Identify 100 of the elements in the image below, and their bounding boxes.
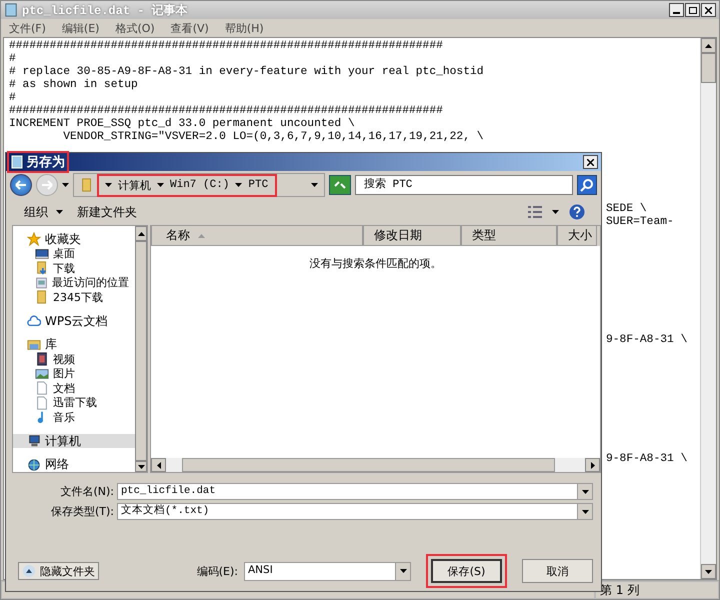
breadcrumb-arrow-icon xyxy=(157,183,164,187)
text-line: # replace 30-85-A9-8F-A8-31 in every-feature with your real ptc_hostid xyxy=(9,66,485,78)
file-name-field[interactable]: ptc_licfile.dat xyxy=(117,483,593,500)
menu-item[interactable]: 编辑(E) xyxy=(62,20,100,36)
notepad-icon xyxy=(4,3,18,17)
nav-item[interactable]: 最近访问的位置 xyxy=(13,276,135,290)
nav-item[interactable]: 2345下载 xyxy=(13,290,135,304)
scroll-left-button[interactable] xyxy=(151,458,166,472)
close-button[interactable] xyxy=(583,155,598,169)
text-line: 9-8F-A8-31 \ xyxy=(606,453,688,466)
folder-icon xyxy=(35,261,49,276)
encoding-dropdown[interactable]: ANSI xyxy=(244,562,411,580)
refresh-icon xyxy=(333,180,347,190)
close-icon xyxy=(705,6,712,14)
empty-message: 没有与搜索条件匹配的项。 xyxy=(310,257,442,270)
column-header[interactable]: 大小 xyxy=(557,226,597,246)
search-field[interactable]: 搜索 PTC xyxy=(355,175,573,195)
text-line: # xyxy=(9,53,17,66)
nav-item[interactable]: 视频 xyxy=(13,352,135,366)
scroll-up-icon xyxy=(705,44,712,48)
text-line: 9-8F-A8-31 \ xyxy=(606,334,688,347)
hide-folders-button[interactable]: 隐藏文件夹 xyxy=(18,562,99,580)
encoding-label: 编码(E): xyxy=(196,564,238,578)
cancel-button[interactable]: 取消 xyxy=(522,559,593,583)
scroll-up-button[interactable] xyxy=(135,226,147,241)
desktop-icon xyxy=(35,246,49,261)
scroll-right-icon xyxy=(590,462,594,468)
search-button[interactable] xyxy=(577,175,597,195)
view-list-icon[interactable] xyxy=(528,206,542,218)
menu-item[interactable]: 文件(F) xyxy=(9,20,46,36)
document-icon xyxy=(35,381,49,396)
caret-icon xyxy=(56,210,63,214)
menu-item[interactable]: 帮助(H) xyxy=(224,20,264,36)
forward-arrow-icon xyxy=(41,180,53,190)
scroll-right-button[interactable] xyxy=(585,458,600,472)
close-button[interactable] xyxy=(701,3,716,17)
nav-item[interactable]: 库 xyxy=(13,338,135,352)
scroll-thumb[interactable] xyxy=(701,53,716,83)
nav-item[interactable]: 图片 xyxy=(13,366,135,381)
maximize-button[interactable] xyxy=(685,3,700,17)
menu-item[interactable]: 格式(O) xyxy=(115,20,155,36)
scroll-down-button[interactable] xyxy=(135,461,147,472)
nav-item[interactable]: 收藏夹 xyxy=(13,232,135,246)
nav-item[interactable]: 文档 xyxy=(13,381,135,396)
dialog-title: 另存为 xyxy=(9,153,67,171)
column-header[interactable]: 类型 xyxy=(461,226,557,246)
breadcrumb-item[interactable]: 计算机 xyxy=(117,178,152,192)
breadcrumb-item[interactable]: PTC xyxy=(247,179,270,191)
notepad-icon xyxy=(11,155,23,169)
folder-icon xyxy=(35,290,49,304)
text-line: # xyxy=(9,92,17,105)
nav-item[interactable]: 迅雷下载 xyxy=(13,396,135,410)
file-type-label: 保存类型(T): xyxy=(50,504,114,519)
nav-item[interactable]: 下载 xyxy=(13,261,135,276)
nav-item[interactable]: 计算机 xyxy=(13,434,135,448)
refresh-button[interactable] xyxy=(329,175,351,195)
scroll-left-icon xyxy=(156,462,160,468)
dropdown-arrow-icon xyxy=(582,490,588,494)
collapse-icon xyxy=(22,564,36,578)
new-folder-button[interactable]: 新建文件夹 xyxy=(75,202,139,222)
folder-icon xyxy=(80,178,94,192)
nav-item[interactable]: WPS云文档 xyxy=(13,314,135,328)
file-name-label: 文件名(N): xyxy=(59,484,114,499)
text-line: ################################################################ xyxy=(9,40,444,53)
caret-icon xyxy=(552,210,559,214)
dropdown-arrow-icon xyxy=(311,183,318,187)
column-header[interactable]: 名称 xyxy=(151,226,363,246)
text-line: VENDOR_STRING="VSVER=2.0 LO=(0,3,6,7,9,10,14,16,17,19,21,22, \ xyxy=(62,131,485,144)
scroll-down-button[interactable] xyxy=(701,564,716,579)
dropdown-arrow-icon xyxy=(400,569,406,573)
breadcrumb-arrow-icon xyxy=(235,183,242,187)
cloud-icon xyxy=(27,314,41,328)
text-line: SUER=Team- xyxy=(606,216,675,229)
window-title: ptc_licfile.dat - 记事本 xyxy=(22,2,189,18)
scroll-up-button[interactable] xyxy=(701,38,716,53)
scroll-thumb[interactable] xyxy=(182,458,555,472)
film-icon xyxy=(35,352,49,366)
close-icon xyxy=(587,158,594,166)
nav-item[interactable]: 音乐 xyxy=(13,410,135,424)
nav-item[interactable]: 网络 xyxy=(13,458,135,472)
sort-arrow-icon xyxy=(198,234,205,238)
scroll-down-icon xyxy=(705,570,712,574)
scroll-thumb[interactable] xyxy=(135,241,147,461)
document-icon xyxy=(35,396,49,410)
history-dropdown-icon xyxy=(62,183,69,187)
back-button[interactable] xyxy=(10,174,32,196)
back-arrow-icon xyxy=(15,180,27,190)
address-bar[interactable]: 计算机 Win7 (C:) PTC xyxy=(73,173,325,197)
column-header[interactable]: 修改日期 xyxy=(363,226,461,246)
maximize-icon xyxy=(688,6,696,14)
nav-item[interactable]: 桌面 xyxy=(13,246,135,261)
file-type-dropdown[interactable]: 文本文档(*.txt) xyxy=(117,503,593,520)
organize-button[interactable]: 组织 xyxy=(22,202,65,222)
text-line: INCREMENT PROE_SSQ ptc_d 33.0 permanent uncounted \ xyxy=(9,118,356,130)
minimize-button[interactable] xyxy=(669,3,684,17)
breadcrumb-item[interactable]: Win7 (C:) xyxy=(169,179,230,191)
help-icon[interactable] xyxy=(569,204,585,220)
scroll-down-icon xyxy=(138,464,144,468)
breadcrumb-arrow-icon xyxy=(105,183,112,187)
menu-item[interactable]: 查看(V) xyxy=(170,20,209,36)
